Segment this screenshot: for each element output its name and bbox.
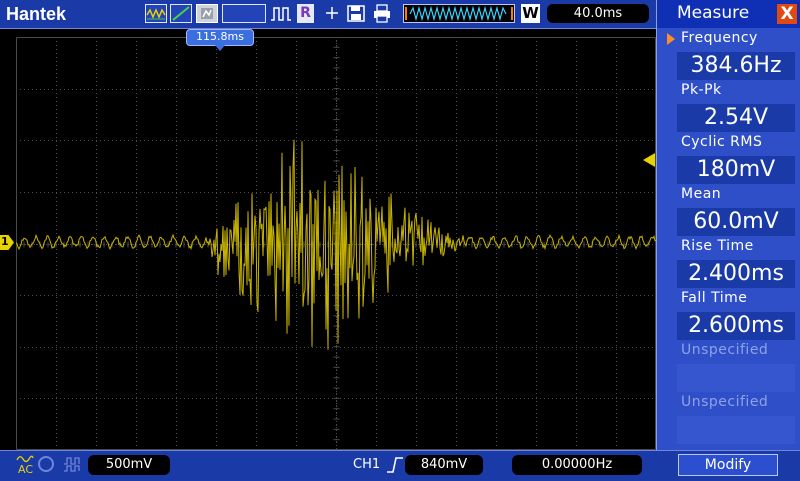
print-icon[interactable] (372, 4, 392, 23)
ch1-marker-label: 1 (1, 235, 9, 248)
measure-value-mean: 60.0mV (677, 208, 795, 236)
window-button[interactable]: W (521, 4, 540, 23)
slope-icon[interactable] (170, 4, 192, 23)
measure-value-fall-time: 2.600ms (677, 312, 795, 340)
measure-label-frequency[interactable]: Frequency (681, 30, 758, 46)
frequency-counter-readout: 0.00000Hz (512, 455, 642, 475)
ch1-ground-marker[interactable]: 1 (0, 235, 14, 250)
measure-value-slot-8 (677, 416, 795, 444)
timebase-readout[interactable]: 40.0ms (547, 4, 649, 23)
save-icon[interactable] (346, 4, 366, 23)
measure-label-slot-8[interactable]: Unspecified (681, 394, 768, 410)
measure-value-pkpk: 2.54V (677, 104, 795, 132)
measure-panel: Measure X Frequency 384.6Hz Pk-Pk 2.54V … (656, 0, 800, 450)
measure-value-frequency: 384.6Hz (677, 52, 795, 80)
measure-label-mean[interactable]: Mean (681, 186, 721, 202)
measure-title: Measure (677, 3, 750, 23)
measure-label-cyclic-rms[interactable]: Cyclic RMS (681, 134, 762, 150)
measure-value-slot-7 (677, 364, 795, 392)
ref-button[interactable]: R (297, 4, 314, 23)
memory-overview[interactable] (403, 4, 515, 23)
pulse-icon[interactable] (270, 4, 292, 23)
display-slot (222, 4, 266, 23)
top-toolbar: Hantek R W 40.0ms (0, 0, 656, 29)
trigger-level-marker[interactable] (643, 153, 655, 167)
invert-icon[interactable] (62, 455, 82, 475)
scope-screen[interactable] (16, 37, 656, 450)
close-button[interactable]: X (777, 4, 797, 24)
trigger-level-readout[interactable]: 840mV (405, 455, 483, 475)
wave-icon[interactable] (145, 4, 167, 23)
measure-value-cyclic-rms: 180mV (677, 156, 795, 184)
modify-button[interactable]: Modify (678, 454, 778, 476)
trigger-position-pointer (214, 44, 226, 51)
measure-header: Measure X (657, 0, 800, 28)
measure-label-rise-time[interactable]: Rise Time (681, 238, 754, 254)
trigger-position-label: 115.8ms (196, 30, 244, 43)
persist-icon[interactable] (196, 4, 218, 23)
selection-arrow-icon (667, 33, 675, 45)
brand-logo: Hantek (6, 4, 67, 24)
coupling-label: AC (18, 463, 34, 476)
trigger-channel-label: CH1 (353, 457, 381, 472)
measure-label-slot-7[interactable]: Unspecified (681, 342, 768, 358)
volts-div-readout[interactable]: 500mV (88, 455, 170, 475)
measure-value-rise-time: 2.400ms (677, 260, 795, 288)
coupling-icon[interactable]: AC (16, 454, 34, 476)
bandwidth-icon[interactable] (38, 456, 54, 472)
rising-edge-icon[interactable] (386, 455, 404, 475)
measure-label-fall-time[interactable]: Fall Time (681, 290, 747, 306)
crosshair-icon[interactable] (322, 4, 342, 23)
measure-label-pkpk[interactable]: Pk-Pk (681, 82, 722, 98)
